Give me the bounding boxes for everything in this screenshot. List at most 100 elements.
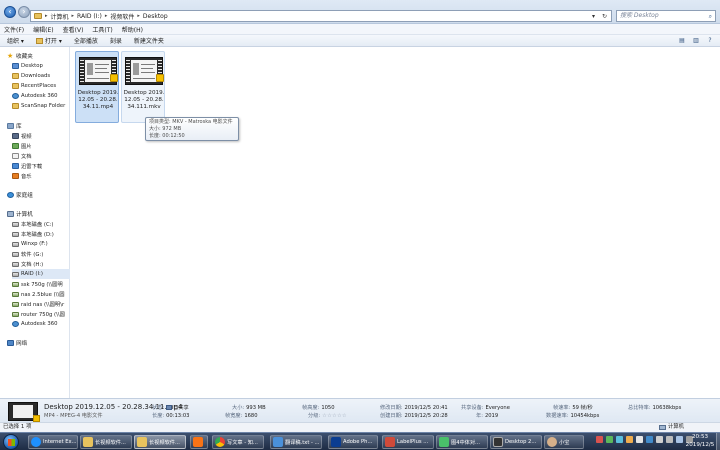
rating-stars-icon[interactable]: ☆☆☆☆☆ bbox=[322, 413, 347, 419]
refresh-icon[interactable]: ↻ bbox=[600, 12, 609, 21]
start-button[interactable] bbox=[3, 434, 19, 450]
tray-app-icon[interactable] bbox=[616, 436, 623, 443]
taskbar-button-chat[interactable]: 小宝 bbox=[544, 435, 584, 449]
back-button[interactable]: ‹ bbox=[4, 6, 16, 18]
details-pane: Desktop 2019.12.05 - 20.28.34.11.mp4 MP4… bbox=[0, 398, 720, 422]
file-item[interactable]: Desktop 2019.12.05 - 20.28.34.111.mkv bbox=[121, 51, 165, 123]
taskbar-button-label: Internet Ex... bbox=[43, 439, 77, 445]
network-status-icon[interactable] bbox=[656, 436, 663, 443]
breadcrumb-computer[interactable]: 计算机 bbox=[51, 12, 69, 21]
file-item[interactable]: Desktop 2019.12.05 - 20.28.34.11.mp4 bbox=[75, 51, 119, 123]
picture-icon bbox=[12, 143, 19, 149]
taskbar-button-notepad[interactable]: 翻译稿.txt - ... bbox=[270, 435, 322, 449]
autodesk-icon bbox=[12, 321, 19, 327]
network-drive-icon bbox=[12, 301, 19, 307]
nav-item-label: Winxp (F:) bbox=[21, 241, 48, 247]
help-icon[interactable]: ? bbox=[706, 37, 714, 44]
taskbar-button-video[interactable]: Desktop 2... bbox=[490, 435, 542, 449]
new-folder-button[interactable]: 新建文件夹 bbox=[134, 36, 164, 45]
menu-help[interactable]: 帮助(H) bbox=[122, 25, 143, 34]
details-frame-height: 帧高度: 1050 bbox=[302, 404, 335, 411]
nav-group-label: 收藏夹 bbox=[16, 54, 33, 60]
open-button[interactable]: 打开 ▾ bbox=[35, 36, 62, 45]
details-value: 59 帧/秒 bbox=[572, 405, 593, 411]
menu-file[interactable]: 文件(F) bbox=[4, 25, 24, 34]
thumbnail-frame bbox=[13, 405, 33, 418]
menu-edit[interactable]: 编辑(E) bbox=[33, 25, 53, 34]
breadcrumb-desktop[interactable]: Desktop bbox=[143, 13, 168, 20]
thumbnail-line bbox=[141, 72, 155, 73]
film-strip bbox=[126, 58, 130, 84]
taskbar-button-labelplus[interactable]: LabelPlus ... bbox=[382, 435, 434, 449]
drive-icon bbox=[12, 221, 19, 227]
nav-item-label: nas 2.5blue (\\圆 bbox=[21, 292, 65, 298]
tray-app-icon[interactable] bbox=[646, 436, 653, 443]
network-drive-icon bbox=[12, 291, 19, 297]
details-key: 创建日期: bbox=[380, 413, 403, 419]
thumbnail-frame bbox=[131, 60, 157, 82]
play-all-button[interactable]: 全部播放 bbox=[74, 36, 98, 45]
menu-bar: 文件(F) 编辑(E) 查看(V) 工具(T) 帮助(H) bbox=[0, 24, 720, 35]
search-input[interactable]: 搜索 Desktop ⌕ bbox=[616, 10, 716, 22]
show-desktop-button[interactable] bbox=[716, 433, 720, 450]
navigation-pane: ★ 收藏夹 Desktop Downloads RecentPlaces Aut… bbox=[0, 47, 70, 398]
thumbnail-line bbox=[133, 78, 155, 79]
nav-favorites[interactable]: ★ 收藏夹 bbox=[7, 51, 77, 61]
command-bar: 组织 ▾ 打开 ▾ 全部播放 刻录 新建文件夹 ▤ ▥ ? bbox=[0, 35, 720, 47]
video-player-icon bbox=[493, 437, 503, 447]
details-value: 1680 bbox=[244, 413, 258, 419]
player-badge-icon bbox=[110, 74, 118, 82]
burn-button[interactable]: 刻录 bbox=[110, 36, 122, 45]
taskbar-clock[interactable]: 20:53 2019/12/5 bbox=[684, 434, 716, 449]
organize-button[interactable]: 组织 ▾ bbox=[7, 36, 24, 45]
tray-app-icon[interactable] bbox=[636, 436, 643, 443]
status-location: 计算机 bbox=[658, 423, 684, 432]
breadcrumb-raid[interactable]: RAID (I:) bbox=[77, 13, 102, 20]
tray-app-icon[interactable] bbox=[606, 436, 613, 443]
tray-app-icon[interactable] bbox=[596, 436, 603, 443]
taskbar-button-chrome[interactable]: 写文章 - 知... bbox=[212, 435, 264, 449]
folder-icon bbox=[83, 437, 93, 447]
nav-homegroup[interactable]: 家庭组 bbox=[7, 190, 77, 200]
address-field[interactable]: ▸ 计算机 ▸ RAID (I:) ▸ 视频软件 ▸ Desktop ▾ ↻ bbox=[30, 10, 612, 22]
nav-item-label: 本地磁盘 (C:) bbox=[21, 222, 54, 228]
taskbar-button-explorer-2[interactable]: 长视频软件... bbox=[134, 435, 186, 449]
file-list[interactable]: Desktop 2019.12.05 - 20.28.34.11.mp4 Des… bbox=[71, 47, 720, 398]
details-key: 数据速率: bbox=[546, 413, 569, 419]
details-file-type: MP4 - MPEG-4 电影文件 bbox=[44, 413, 103, 419]
nav-item-label: ssk 750g (\\圆明 bbox=[21, 282, 63, 288]
details-rating[interactable]: 分级: ☆☆☆☆☆ bbox=[308, 412, 347, 419]
menu-view[interactable]: 查看(V) bbox=[63, 25, 84, 34]
taskbar-button-label: 长视频软件... bbox=[149, 439, 180, 446]
nav-item-label: 本地磁盘 (D:) bbox=[21, 232, 54, 238]
nav-item-label: 文档 bbox=[21, 154, 32, 160]
file-name: Desktop 2019.12.05 - 20.28.34.111.mkv bbox=[123, 90, 165, 111]
nav-item-drive-i[interactable]: RAID (I:) bbox=[12, 269, 70, 279]
taskbar-button-image-viewer[interactable]: 图4中体对... bbox=[436, 435, 488, 449]
breadcrumb-video-software[interactable]: 视频软件 bbox=[110, 12, 134, 21]
taskbar-button-explorer-1[interactable]: 长视频软件... bbox=[80, 435, 132, 449]
nav-computer[interactable]: 计算机 bbox=[7, 209, 77, 219]
thumbnail-line bbox=[95, 64, 109, 65]
file-tooltip: 项目类型: MKV - Matroska 电影文件 大小: 972 MB 长度:… bbox=[145, 117, 239, 141]
taskbar-button-photoshop[interactable]: Adobe Ph... bbox=[328, 435, 378, 449]
nav-libraries[interactable]: 库 bbox=[7, 121, 77, 131]
tray-app-icon[interactable] bbox=[626, 436, 633, 443]
taskbar-button-internet-explorer[interactable]: Internet Ex... bbox=[28, 435, 78, 449]
search-icon[interactable]: ⌕ bbox=[709, 12, 712, 22]
folder-icon bbox=[12, 103, 19, 109]
nav-item-label: router 750g (\\圆 bbox=[21, 312, 65, 318]
details-value: Everyone bbox=[485, 405, 510, 411]
taskbar-button-media-player[interactable] bbox=[190, 435, 208, 449]
volume-icon[interactable] bbox=[666, 436, 673, 443]
forward-button[interactable]: › bbox=[18, 6, 30, 18]
details-shared-with: 共享设备: Everyone bbox=[461, 404, 510, 411]
nav-network[interactable]: 网络 bbox=[7, 338, 77, 348]
view-options-icon[interactable]: ▤ bbox=[678, 37, 686, 44]
nav-item-label: 图片 bbox=[21, 144, 32, 150]
language-icon[interactable] bbox=[676, 436, 683, 443]
preview-pane-icon[interactable]: ▥ bbox=[692, 37, 700, 44]
chevron-down-icon[interactable]: ▾ bbox=[589, 12, 598, 21]
taskbar-button-label: 图4中体对... bbox=[451, 439, 480, 446]
menu-tools[interactable]: 工具(T) bbox=[92, 25, 112, 34]
